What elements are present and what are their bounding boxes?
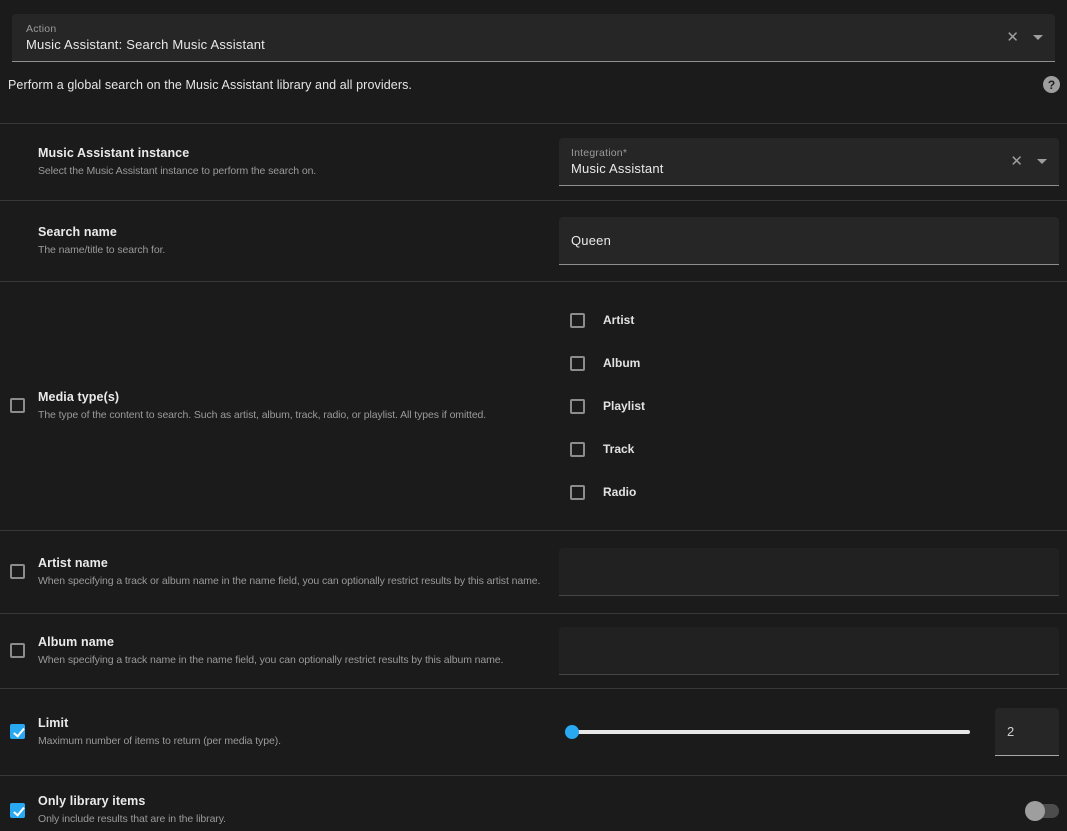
action-select-label: Action <box>26 23 1000 35</box>
row-instance: Music Assistant instance Select the Musi… <box>0 124 1067 201</box>
action-clear-icon[interactable]: ✕ <box>1000 28 1025 47</box>
limit-slider[interactable] <box>565 725 970 739</box>
search-name-description: The name/title to search for. <box>38 243 165 257</box>
album-name-title: Album name <box>38 635 503 649</box>
instance-description: Select the Music Assistant instance to p… <box>38 164 316 178</box>
artist-checkbox[interactable] <box>570 313 585 328</box>
integration-select-value: Music Assistant <box>571 161 1004 176</box>
limit-number-input[interactable]: 2 <box>995 708 1059 756</box>
row-limit: Limit Maximum number of items to return … <box>0 689 1067 776</box>
only-library-checkbox[interactable] <box>10 803 25 818</box>
option-playlist[interactable]: Playlist <box>570 385 645 428</box>
help-icon[interactable]: ? <box>1043 76 1060 93</box>
toggle-knob <box>1025 801 1045 821</box>
limit-slider-track[interactable] <box>571 730 970 734</box>
integration-select[interactable]: Integration* Music Assistant ✕ <box>559 138 1059 186</box>
action-config-panel: Action Music Assistant: Search Music Ass… <box>0 0 1067 831</box>
album-checkbox[interactable] <box>570 356 585 371</box>
search-name-value: Queen <box>571 233 611 248</box>
artist-option-label: Artist <box>603 313 634 327</box>
option-artist[interactable]: Artist <box>570 299 645 342</box>
only-library-toggle[interactable] <box>1025 801 1059 821</box>
action-select[interactable]: Action Music Assistant: Search Music Ass… <box>12 14 1055 62</box>
only-library-description: Only include results that are in the lib… <box>38 812 226 826</box>
action-description: Perform a global search on the Music Ass… <box>8 78 412 92</box>
integration-caret-down-icon[interactable] <box>1037 159 1047 164</box>
action-caret-down-icon[interactable] <box>1033 35 1043 40</box>
artist-name-description: When specifying a track or album name in… <box>38 574 540 588</box>
row-album-name: Album name When specifying a track name … <box>0 614 1067 689</box>
instance-title: Music Assistant instance <box>38 146 316 160</box>
playlist-option-label: Playlist <box>603 399 645 413</box>
option-album[interactable]: Album <box>570 342 645 385</box>
artist-name-input[interactable] <box>559 548 1059 596</box>
track-checkbox[interactable] <box>570 442 585 457</box>
album-option-label: Album <box>603 356 640 370</box>
integration-select-label: Integration* <box>571 147 1004 159</box>
album-name-checkbox[interactable] <box>10 643 25 658</box>
action-header: Action Music Assistant: Search Music Ass… <box>0 14 1067 124</box>
media-types-description: The type of the content to search. Such … <box>38 408 486 422</box>
album-name-description: When specifying a track name in the name… <box>38 653 503 667</box>
row-media-types: Media type(s) The type of the content to… <box>0 282 1067 531</box>
artist-name-title: Artist name <box>38 556 540 570</box>
radio-checkbox[interactable] <box>570 485 585 500</box>
media-type-options: Artist Album Playlist Track Radio <box>570 299 645 514</box>
limit-checkbox[interactable] <box>10 724 25 739</box>
search-name-input[interactable]: Queen <box>559 217 1059 265</box>
track-option-label: Track <box>603 442 634 456</box>
limit-title: Limit <box>38 716 281 730</box>
row-artist-name: Artist name When specifying a track or a… <box>0 531 1067 614</box>
artist-name-checkbox[interactable] <box>10 564 25 579</box>
row-search-name: Search name The name/title to search for… <box>0 201 1067 282</box>
option-track[interactable]: Track <box>570 428 645 471</box>
search-name-title: Search name <box>38 225 165 239</box>
playlist-checkbox[interactable] <box>570 399 585 414</box>
limit-description: Maximum number of items to return (per m… <box>38 734 281 748</box>
option-radio[interactable]: Radio <box>570 471 645 514</box>
media-types-title: Media type(s) <box>38 390 486 404</box>
row-only-library: Only library items Only include results … <box>0 776 1067 831</box>
integration-clear-icon[interactable]: ✕ <box>1004 152 1029 171</box>
only-library-title: Only library items <box>38 794 226 808</box>
media-types-checkbox[interactable] <box>10 398 25 413</box>
limit-slider-thumb[interactable] <box>565 725 579 739</box>
limit-number-value: 2 <box>1007 724 1014 739</box>
radio-option-label: Radio <box>603 485 636 499</box>
action-select-value: Music Assistant: Search Music Assistant <box>26 37 1000 52</box>
album-name-input[interactable] <box>559 627 1059 675</box>
